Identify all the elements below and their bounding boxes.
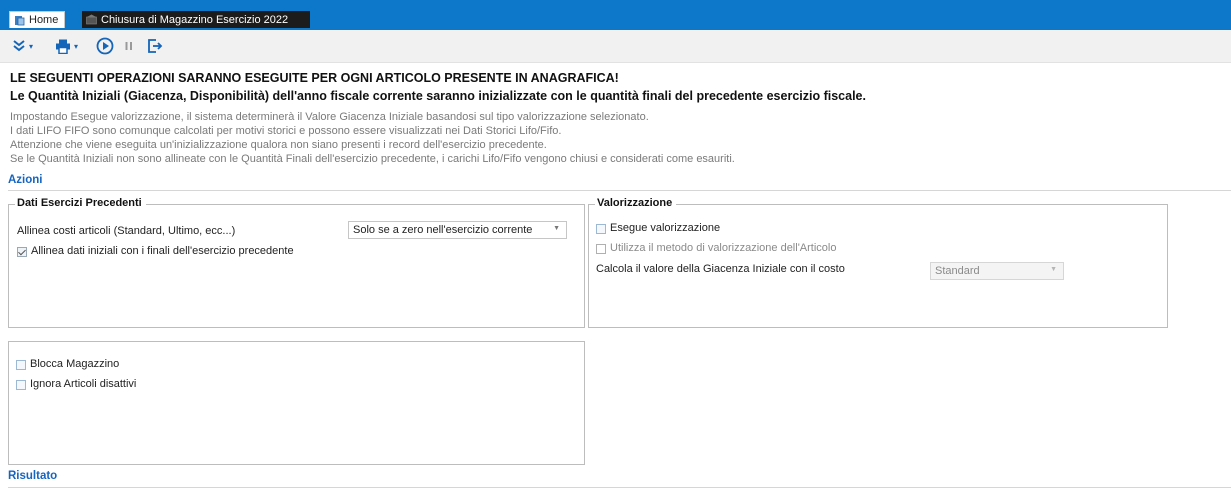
toolbar: ▾ ▾ bbox=[0, 30, 1231, 63]
run-button[interactable] bbox=[96, 37, 114, 55]
calcola-costo-value: Standard bbox=[935, 265, 980, 277]
tab-home-label: Home bbox=[29, 14, 59, 26]
group-title: Dati Esercizi Precedenti bbox=[15, 197, 146, 209]
section-divider bbox=[8, 487, 1231, 488]
allinea-costi-label: Allinea costi articoli (Standard, Ultimo… bbox=[17, 225, 236, 237]
tab-chiusura-label: Chiusura di Magazzino Esercizio 2022 bbox=[101, 13, 289, 26]
group-dati-esercizi-precedenti: Dati Esercizi Precedenti Allinea costi a… bbox=[8, 197, 585, 328]
group-title: Valorizzazione bbox=[595, 197, 677, 209]
ignora-articoli-label: Ignora Articoli disattivi bbox=[30, 378, 137, 390]
ignora-articoli-checkbox[interactable] bbox=[16, 380, 26, 390]
chevron-down-icon: ▼ bbox=[553, 225, 560, 232]
exit-button[interactable] bbox=[147, 38, 163, 54]
expand-chevrons-icon bbox=[12, 39, 26, 53]
esegue-valorizzazione-checkbox[interactable] bbox=[596, 224, 606, 234]
document-tab-bar: Home Chiusura di Magazzino Esercizio 202… bbox=[0, 0, 1231, 30]
info-line: Impostando Esegue valorizzazione, il sis… bbox=[10, 111, 649, 123]
utilizza-metodo-label: Utilizza il metodo di valorizzazione del… bbox=[610, 242, 837, 254]
blocca-magazzino-label: Blocca Magazzino bbox=[30, 358, 120, 370]
calcola-valore-label: Calcola il valore della Giacenza Inizial… bbox=[596, 263, 845, 275]
quantities-heading: Le Quantità Iniziali (Giacenza, Disponib… bbox=[10, 89, 866, 103]
utilizza-metodo-checkbox[interactable] bbox=[596, 244, 606, 254]
allinea-dati-checkbox[interactable] bbox=[17, 247, 27, 257]
dropdown-caret-icon: ▾ bbox=[29, 41, 34, 51]
allinea-costi-select[interactable]: Solo se a zero nell'esercizio corrente ▼ bbox=[348, 221, 567, 239]
pause-button[interactable] bbox=[124, 38, 134, 54]
allinea-costi-value: Solo se a zero nell'esercizio corrente bbox=[353, 224, 533, 236]
tab-home[interactable]: Home bbox=[9, 11, 66, 28]
blocca-magazzino-checkbox[interactable] bbox=[16, 360, 26, 370]
expand-menu-button[interactable]: ▾ bbox=[12, 38, 33, 54]
section-azioni-title: Azioni bbox=[8, 174, 43, 186]
print-button[interactable]: ▾ bbox=[55, 38, 78, 54]
info-line: I dati LIFO FIFO sono comunque calcolati… bbox=[10, 125, 562, 137]
warning-heading: LE SEGUENTI OPERAZIONI SARANNO ESEGUITE … bbox=[10, 71, 619, 85]
run-play-icon bbox=[96, 37, 114, 55]
info-line: Attenzione che viene eseguita un'inizial… bbox=[10, 139, 547, 151]
home-document-icon bbox=[14, 15, 25, 26]
chevron-down-icon: ▼ bbox=[1050, 266, 1057, 273]
section-divider bbox=[8, 190, 1231, 191]
esegue-valorizzazione-label: Esegue valorizzazione bbox=[610, 222, 721, 234]
section-risultato-title: Risultato bbox=[8, 470, 58, 482]
exit-icon bbox=[147, 38, 163, 54]
pause-icon bbox=[124, 40, 134, 52]
tab-chiusura-magazzino[interactable]: Chiusura di Magazzino Esercizio 2022 bbox=[82, 11, 310, 28]
group-valorizzazione: Valorizzazione Esegue valorizzazione Uti… bbox=[588, 197, 1168, 328]
calcola-costo-select[interactable]: Standard ▼ bbox=[930, 262, 1064, 280]
info-line: Se le Quantità Iniziali non sono allinea… bbox=[10, 153, 735, 165]
print-icon bbox=[55, 39, 71, 54]
group-options: Blocca Magazzino Ignora Articoli disatti… bbox=[8, 341, 585, 465]
warehouse-icon bbox=[86, 14, 97, 25]
dropdown-caret-icon: ▾ bbox=[74, 41, 79, 51]
allinea-dati-label: Allinea dati iniziali con i finali dell'… bbox=[31, 245, 294, 257]
